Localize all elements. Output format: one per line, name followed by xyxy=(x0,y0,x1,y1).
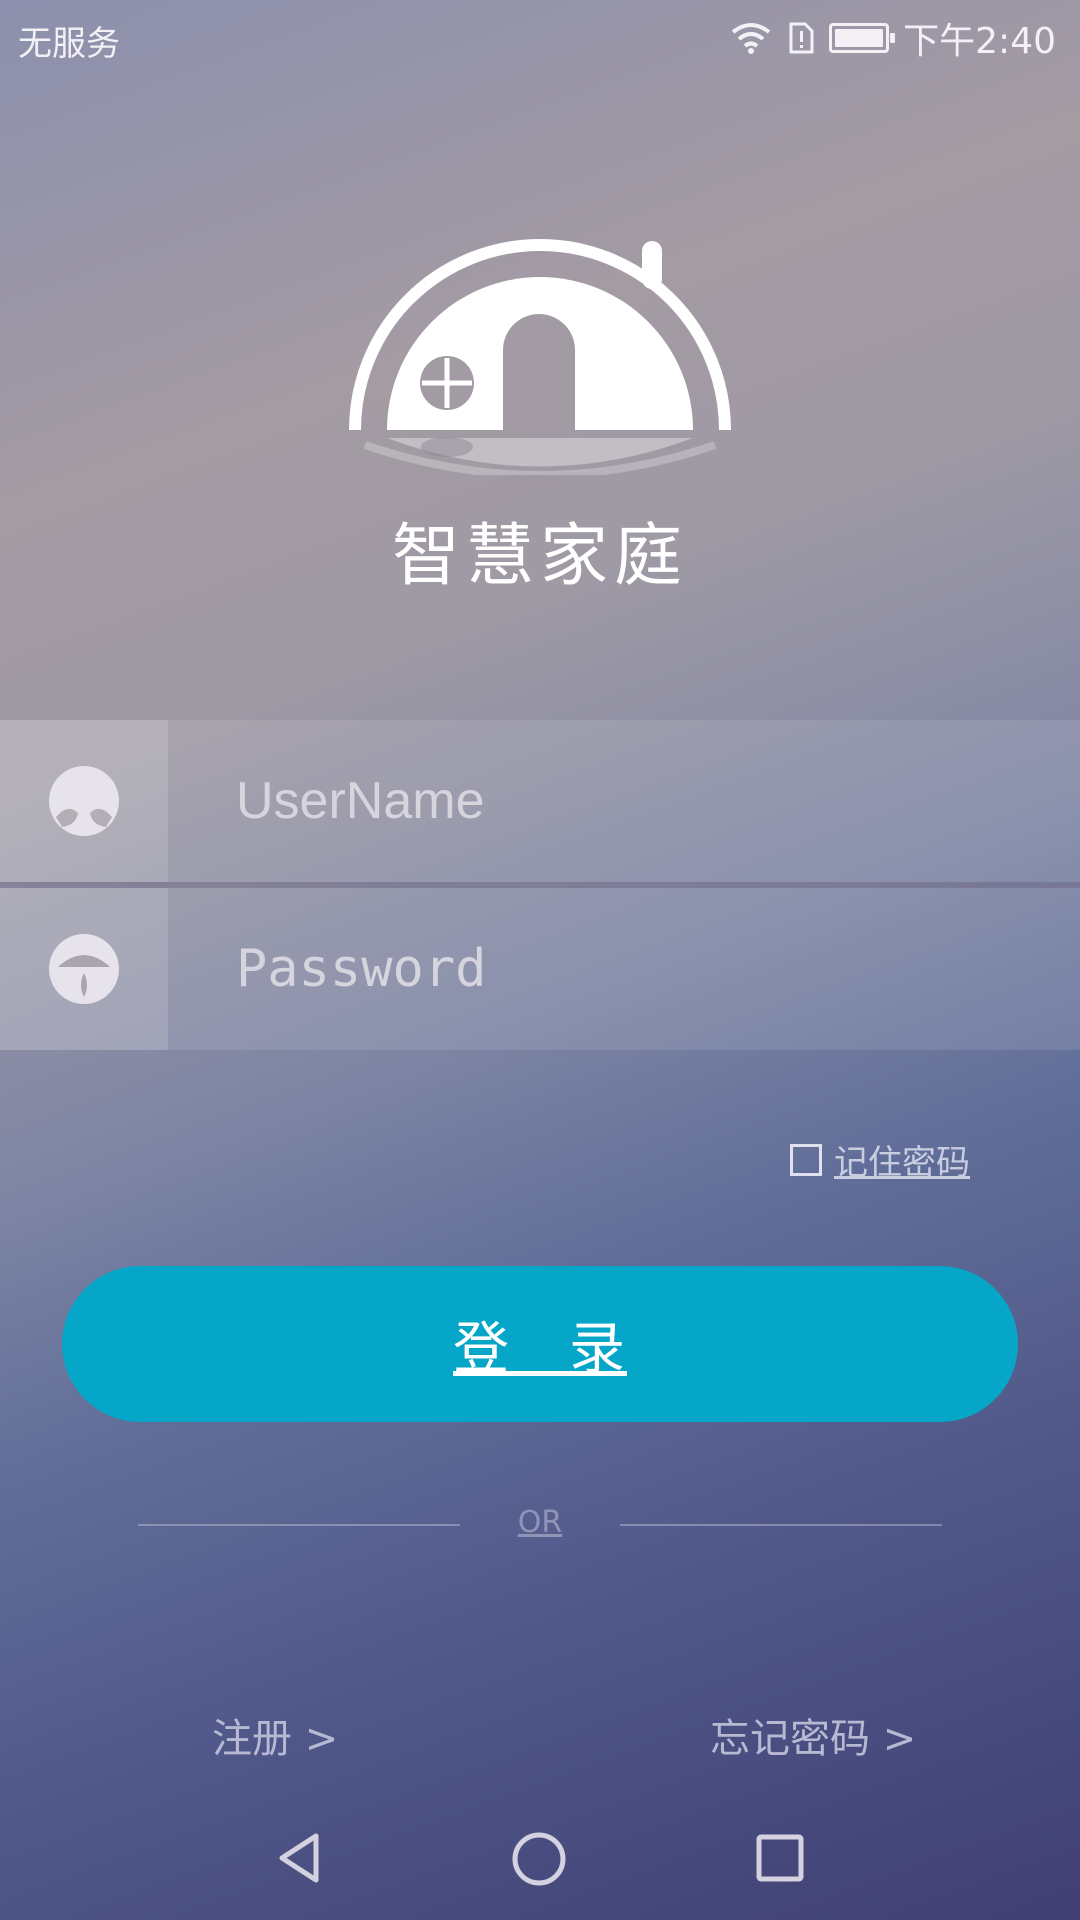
battery-icon xyxy=(829,23,896,53)
register-link[interactable]: 注册 > xyxy=(212,1706,338,1764)
sim-alert-icon xyxy=(789,22,814,54)
username-icon-cell xyxy=(0,720,168,882)
username-field xyxy=(0,720,1080,882)
app-title: 智慧家庭 xyxy=(391,517,688,596)
back-icon[interactable] xyxy=(270,1828,330,1888)
or-text: OR xyxy=(517,1505,563,1540)
password-icon-cell xyxy=(0,888,168,1050)
forgot-password-link[interactable]: 忘记密码 > xyxy=(710,1706,916,1764)
wifi-icon xyxy=(731,23,771,54)
remember-password[interactable]: 记住密码 xyxy=(790,1135,970,1184)
remember-checkbox[interactable] xyxy=(790,1143,822,1176)
or-divider-right xyxy=(620,1524,942,1526)
user-icon xyxy=(49,766,119,836)
remember-label[interactable]: 记住密码 xyxy=(834,1135,970,1184)
or-divider-left xyxy=(138,1524,460,1526)
carrier-text: 无服务 xyxy=(18,24,120,64)
status-bar: 无服务 下午2:40 xyxy=(0,0,1080,76)
home-icon[interactable] xyxy=(508,1828,570,1890)
login-screen: 无服务 下午2:40 智慧家庭 UserName 记住密码 登 录 OR 注册 … xyxy=(0,0,1080,1920)
house-dome-logo xyxy=(349,239,731,475)
password-field xyxy=(0,888,1080,1050)
lock-icon xyxy=(49,934,119,1004)
username-input[interactable] xyxy=(168,720,1080,882)
clock-text: 下午2:40 xyxy=(903,21,1056,62)
password-input[interactable] xyxy=(168,888,1080,1050)
login-button[interactable]: 登 录 xyxy=(62,1266,1018,1422)
recent-apps-icon[interactable] xyxy=(750,1828,810,1888)
status-icons: 下午2:40 xyxy=(729,12,1056,64)
navigation-bar xyxy=(0,1800,1080,1920)
